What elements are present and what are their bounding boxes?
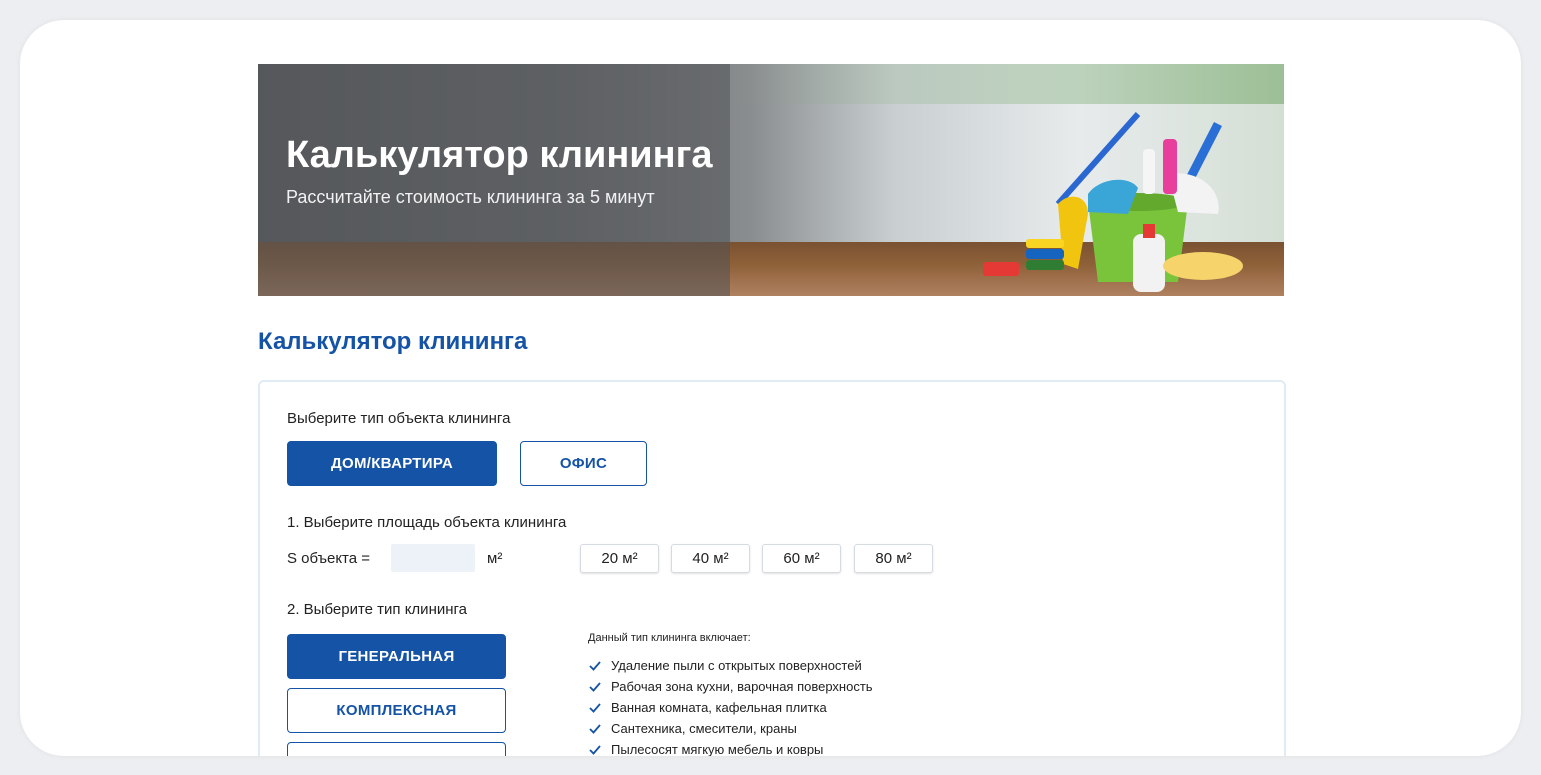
feature-item: Ванная комната, кафельная плитка <box>588 697 873 718</box>
cleaning-type-third-button[interactable] <box>287 742 506 756</box>
area-unit: м² <box>487 550 503 567</box>
check-icon <box>589 744 601 755</box>
cleaning-bucket-illustration <box>983 112 1243 292</box>
feature-item: Пылесосят мягкую мебель и ковры <box>588 739 873 756</box>
cleaning-type-label: 2. Выберите тип клининга <box>287 601 467 618</box>
feature-text: Удаление пыли с открытых поверхностей <box>611 658 862 673</box>
feature-text: Ванная комната, кафельная плитка <box>611 700 827 715</box>
area-preset-20[interactable]: 20 м² <box>580 544 659 573</box>
check-icon <box>589 702 601 713</box>
area-preset-40[interactable]: 40 м² <box>671 544 750 573</box>
app-frame: Калькулятор клининга Рассчитайте стоимос… <box>20 20 1521 756</box>
feature-text: Рабочая зона кухни, варочная поверхность <box>611 679 873 694</box>
check-icon <box>589 681 601 692</box>
calculator-panel: Выберите тип объекта клининга ДОМ/КВАРТИ… <box>258 380 1286 756</box>
page-title: Калькулятор клининга <box>258 328 528 355</box>
feature-item: Сантехника, смесители, краны <box>588 718 873 739</box>
hero-title: Калькулятор клининга <box>286 134 713 176</box>
cleaning-type-complex-button[interactable]: КОМПЛЕКСНАЯ <box>287 688 506 733</box>
check-icon <box>589 723 601 734</box>
area-label: 1. Выберите площадь объекта клининга <box>287 514 567 531</box>
area-preset-80[interactable]: 80 м² <box>854 544 933 573</box>
hero-banner: Калькулятор клининга Рассчитайте стоимос… <box>258 64 1284 296</box>
features-title: Данный тип клининга включает: <box>588 632 751 644</box>
area-prefix: S объекта = <box>287 550 371 567</box>
feature-text: Сантехника, смесители, краны <box>611 721 797 736</box>
area-input[interactable] <box>391 544 475 572</box>
object-type-home-button[interactable]: ДОМ/КВАРТИРА <box>287 441 497 486</box>
cleaning-type-general-button[interactable]: ГЕНЕРАЛЬНАЯ <box>287 634 506 679</box>
feature-item: Рабочая зона кухни, варочная поверхность <box>588 676 873 697</box>
hero-overlay: Калькулятор клининга Рассчитайте стоимос… <box>258 64 730 296</box>
check-icon <box>589 660 601 671</box>
object-type-office-button[interactable]: ОФИС <box>520 441 647 486</box>
area-preset-60[interactable]: 60 м² <box>762 544 841 573</box>
hero-subtitle: Рассчитайте стоимость клининга за 5 мину… <box>286 187 655 207</box>
feature-item: Удаление пыли с открытых поверхностей <box>588 655 873 676</box>
features-list: Удаление пыли с открытых поверхностей Ра… <box>588 655 873 756</box>
object-type-label: Выберите тип объекта клининга <box>287 410 511 427</box>
feature-text: Пылесосят мягкую мебель и ковры <box>611 742 824 756</box>
